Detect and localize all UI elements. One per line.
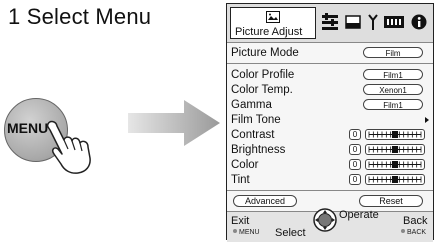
color-row[interactable]: Color 0 — [231, 158, 427, 172]
menu-button-label: MENU — [7, 120, 49, 136]
pointing-hand-icon — [46, 120, 91, 174]
color-temp-label: Color Temp. — [231, 84, 293, 96]
gamma-row[interactable]: Gamma Film1 — [231, 98, 427, 112]
color-temp-value[interactable]: Xenon1 — [363, 84, 423, 95]
osd-menu-panel: Picture Adjust Picture Mode Film Color P… — [226, 3, 434, 242]
divider — [227, 63, 433, 64]
back-hint: BACK — [401, 229, 426, 236]
info-icon[interactable] — [411, 14, 427, 30]
tab-label: Picture Adjust — [235, 26, 303, 38]
antenna-icon[interactable] — [367, 13, 379, 31]
color-label: Color — [231, 159, 259, 171]
slider-track — [368, 146, 422, 153]
contrast-label: Contrast — [231, 129, 275, 141]
color-temp-row[interactable]: Color Temp. Xenon1 — [231, 83, 427, 97]
tint-slider[interactable] — [365, 174, 425, 185]
screen-icon[interactable] — [345, 14, 361, 30]
tint-label: Tint — [231, 174, 250, 186]
picture-mode-value[interactable]: Film — [363, 47, 423, 58]
brightness-row[interactable]: Brightness 0 — [231, 143, 427, 157]
back-label: Back — [403, 215, 428, 227]
gamma-value[interactable]: Film1 — [363, 99, 423, 110]
picture-icon — [266, 11, 280, 23]
color-profile-label: Color Profile — [231, 69, 295, 81]
slider-track — [368, 131, 422, 138]
contrast-value: 0 — [349, 129, 361, 140]
color-profile-value[interactable]: Film1 — [363, 69, 423, 80]
slider-knob — [392, 161, 398, 168]
reset-button[interactable]: Reset — [359, 195, 423, 207]
color-value: 0 — [349, 159, 361, 170]
tint-row[interactable]: Tint 0 — [231, 173, 427, 187]
contrast-row[interactable]: Contrast 0 — [231, 128, 427, 142]
menu-hint: MENU — [233, 229, 260, 236]
operate-label: Operate — [339, 209, 379, 221]
arrow-right-icon — [128, 100, 220, 146]
brightness-slider[interactable] — [365, 144, 425, 155]
osd-footer: Exit MENU Select Operate Back BACK — [227, 208, 433, 242]
step-title: 1 Select Menu — [8, 4, 152, 29]
gamma-label: Gamma — [231, 99, 272, 111]
brightness-label: Brightness — [231, 144, 286, 156]
tint-value: 0 — [349, 174, 361, 185]
battery-icon[interactable] — [383, 15, 405, 29]
color-profile-row[interactable]: Color Profile Film1 — [231, 68, 427, 82]
slider-knob — [392, 176, 398, 183]
picture-mode-label: Picture Mode — [231, 47, 299, 59]
slider-knob — [392, 131, 398, 138]
picture-mode-row[interactable]: Picture Mode Film — [231, 46, 427, 60]
contrast-slider[interactable] — [365, 129, 425, 140]
exit-label: Exit — [231, 215, 250, 227]
color-slider[interactable] — [365, 159, 425, 170]
tab-picture-adjust[interactable]: Picture Adjust — [230, 7, 316, 39]
chevron-right-icon — [425, 117, 429, 123]
dpad-icon — [313, 208, 337, 232]
divider — [227, 190, 433, 191]
advanced-button[interactable]: Advanced — [233, 195, 297, 207]
slider-track — [368, 176, 422, 183]
settings-sliders-icon[interactable] — [321, 12, 339, 32]
osd-tab-bar: Picture Adjust — [227, 4, 433, 43]
slider-track — [368, 161, 422, 168]
brightness-value: 0 — [349, 144, 361, 155]
slider-knob — [392, 146, 398, 153]
film-tone-row[interactable]: Film Tone — [231, 113, 429, 127]
film-tone-label: Film Tone — [231, 114, 281, 126]
select-label: Select — [275, 227, 306, 239]
